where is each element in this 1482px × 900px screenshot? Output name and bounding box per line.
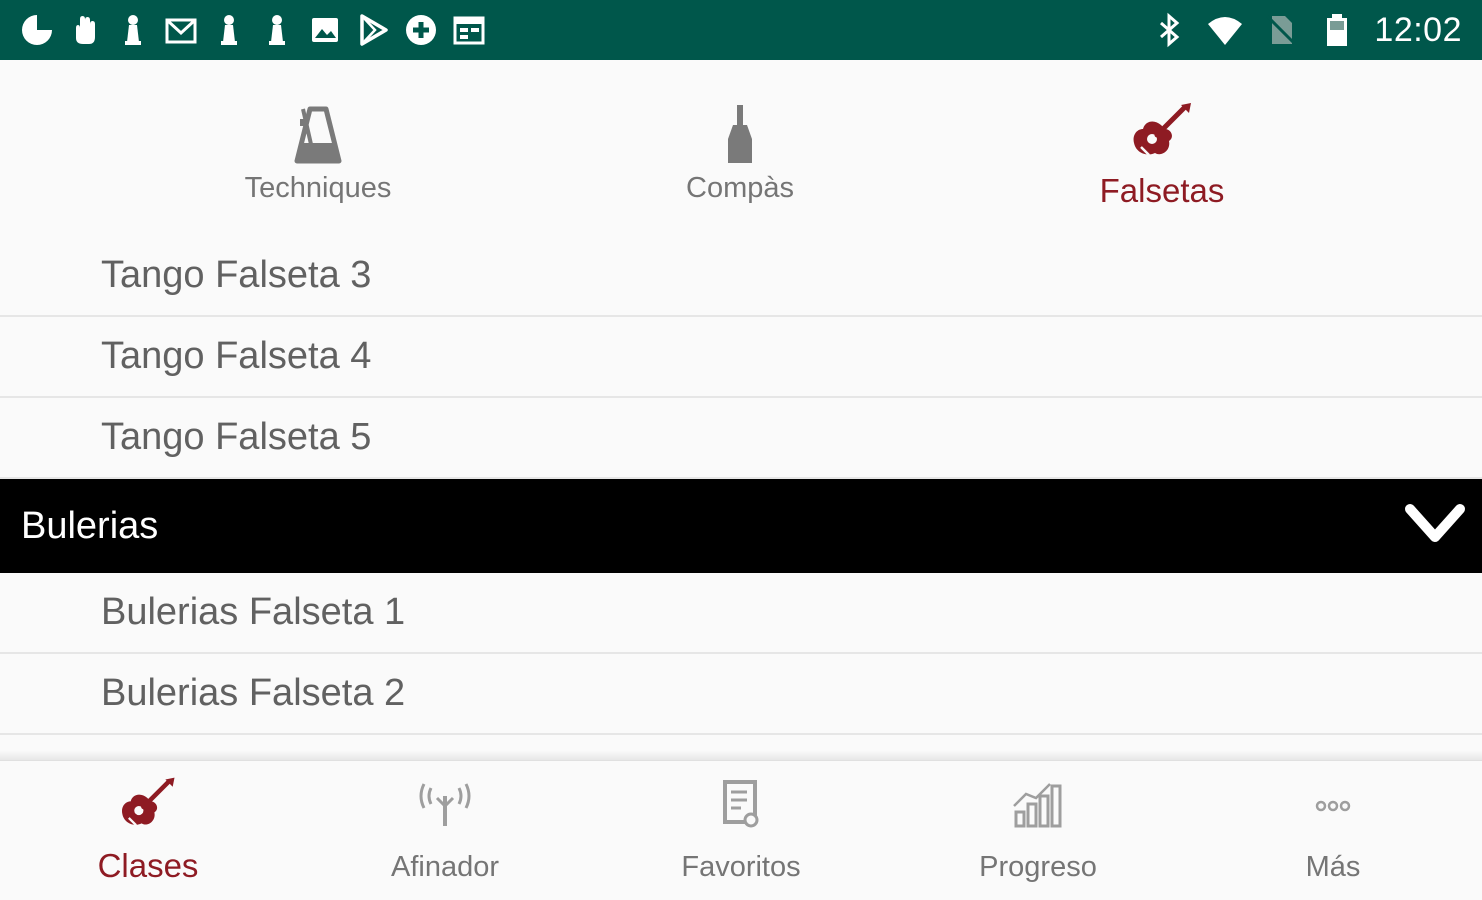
bluetooth-icon <box>1150 11 1188 49</box>
pacman-icon <box>18 11 56 49</box>
bottom-nav-shadow <box>0 750 1482 760</box>
nav-mas[interactable]: Más <box>1203 761 1463 900</box>
play-store-icon <box>354 11 392 49</box>
nav-afinador-label: Afinador <box>390 851 499 883</box>
list-item[interactable]: Tango Falseta 5 <box>0 398 1482 479</box>
nav-clases[interactable]: Clases <box>18 761 278 900</box>
falseta-list: Tango Falseta 3 Tango Falseta 4 Tango Fa… <box>0 236 1482 756</box>
plus-circle-icon <box>402 11 440 49</box>
battery-icon <box>1318 11 1356 49</box>
chess-pawn-icon <box>114 11 152 49</box>
status-bar: 12:02 <box>0 0 1482 60</box>
cajon-icon <box>705 98 775 170</box>
calendar-icon <box>450 11 488 49</box>
list-item[interactable]: Bulerias Falseta 1 <box>0 573 1482 654</box>
more-dots-icon <box>1300 773 1366 839</box>
nav-favoritos-label: Favoritos <box>681 851 801 883</box>
no-sim-icon <box>1262 11 1300 49</box>
list-item-label: Tango Falseta 5 <box>101 416 372 458</box>
tab-compas[interactable]: Compàs <box>590 60 890 236</box>
section-header-label: Bulerias <box>21 504 159 547</box>
list-item-label: Tango Falseta 4 <box>101 335 372 377</box>
tab-techniques[interactable]: Techniques <box>168 60 468 236</box>
clock: 12:02 <box>1374 10 1462 49</box>
metronome-icon <box>283 98 353 170</box>
tuner-icon <box>412 773 478 839</box>
tab-falsetas[interactable]: Falsetas <box>1012 60 1312 236</box>
favorites-document-icon <box>708 773 774 839</box>
list-item[interactable]: Tango Falseta 3 <box>0 236 1482 317</box>
tab-falsetas-label: Falsetas <box>1099 172 1225 209</box>
notification-icons <box>18 8 488 52</box>
chess-pawn-icon <box>258 11 296 49</box>
list-item-label: Bulerias Falseta 1 <box>101 591 406 633</box>
bar-chart-icon <box>1005 773 1071 839</box>
guitar-icon <box>1127 98 1197 170</box>
list-item-label: Bulerias Falseta 2 <box>101 672 406 714</box>
image-icon <box>306 11 344 49</box>
tab-techniques-label: Techniques <box>244 172 392 204</box>
list-item-label: Tango Falseta 3 <box>101 254 372 296</box>
list-item[interactable]: Tango Falseta 4 <box>0 317 1482 398</box>
system-icons: 12:02 <box>1150 8 1462 52</box>
tab-compas-label: Compàs <box>686 172 794 204</box>
nav-progreso[interactable]: Progreso <box>908 761 1168 900</box>
nav-favoritos[interactable]: Favoritos <box>611 761 871 900</box>
guitar-icon <box>115 773 181 839</box>
top-tab-bar: Techniques Compàs Falsetas <box>0 60 1482 236</box>
chevron-down-icon[interactable] <box>1404 501 1466 552</box>
wifi-icon <box>1206 11 1244 49</box>
list-item[interactable]: Bulerias Falseta 2 <box>0 654 1482 735</box>
nav-clases-label: Clases <box>97 847 199 884</box>
nav-afinador[interactable]: Afinador <box>315 761 575 900</box>
section-header-bulerias[interactable]: Bulerias <box>0 479 1482 573</box>
nav-mas-label: Más <box>1305 851 1361 883</box>
nav-progreso-label: Progreso <box>979 851 1097 883</box>
gmail-icon <box>162 11 200 49</box>
hand-icon <box>66 11 104 49</box>
chess-pawn-icon <box>210 11 248 49</box>
bottom-nav: Clases Afinador Favoritos Progreso Más <box>0 760 1482 900</box>
